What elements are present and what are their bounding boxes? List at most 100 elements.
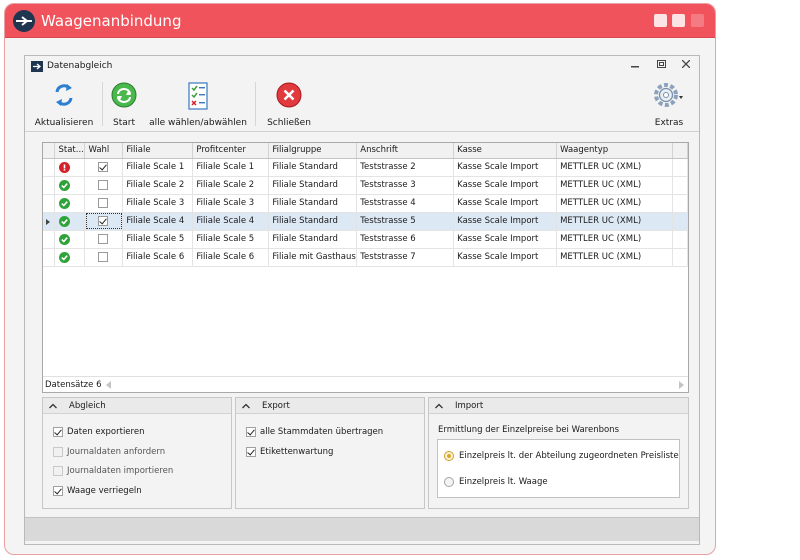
profitcenter-cell[interactable]: Filiale Scale 2	[192, 176, 270, 195]
anschrift-cell[interactable]: Teststrasse 7	[356, 248, 455, 267]
filiale-cell[interactable]: Filiale Scale 3	[122, 194, 194, 213]
profitcenter-cell[interactable]: Filiale Scale 4	[192, 212, 270, 231]
minimize-button[interactable]	[654, 14, 667, 27]
table-row[interactable]: Filiale Scale 6 Filiale Scale 6 Filiale mi…	[43, 248, 689, 267]
column-header-wahl[interactable]: Wahl	[84, 143, 124, 159]
filialgruppe-cell[interactable]: Filiale Standard	[268, 212, 358, 231]
row-indicator[interactable]	[43, 248, 56, 267]
profitcenter-cell[interactable]: Filiale Scale 1	[192, 158, 270, 177]
select-all-button[interactable]: alle wählen/abwählen	[149, 80, 247, 130]
option-checkbox[interactable]	[53, 485, 63, 496]
radio-waage-label[interactable]: Einzelpreis lt. Waage	[459, 477, 548, 487]
kasse-cell[interactable]: Kasse Scale Import	[453, 248, 558, 267]
scroll-left-icon[interactable]	[106, 381, 112, 389]
row-indicator[interactable]	[43, 212, 56, 231]
option-checkbox[interactable]	[246, 427, 256, 437]
column-header-anschrift[interactable]: Anschrift	[356, 143, 455, 159]
window-restore-button[interactable]	[654, 59, 668, 73]
data-grid: Stat... Wahl Filiale Profitcenter Filial…	[42, 142, 689, 393]
refresh-button[interactable]: Aktualisieren	[33, 80, 95, 130]
filialgruppe-cell[interactable]: Filiale Standard	[268, 230, 358, 249]
anschrift-cell[interactable]: Teststrasse 4	[356, 194, 455, 213]
column-header-filiale[interactable]: Filiale	[122, 143, 194, 159]
wahl-checkbox[interactable]	[98, 234, 109, 244]
close-button[interactable]: Schließen	[263, 80, 315, 130]
status-bar	[25, 517, 699, 541]
anschrift-cell[interactable]: Teststrasse 5	[356, 212, 455, 231]
row-indicator[interactable]	[43, 194, 56, 213]
column-header-profitcenter[interactable]: Profitcenter	[192, 143, 270, 159]
anschrift-cell[interactable]: Teststrasse 2	[356, 158, 455, 177]
option-label[interactable]: alle Stammdaten übertragen	[260, 427, 383, 437]
anschrift-cell[interactable]: Teststrasse 3	[356, 176, 455, 195]
waagentyp-cell[interactable]: METTLER UC (XML)	[556, 212, 673, 231]
table-row[interactable]: Filiale Scale 5 Filiale Scale 5 Filiale St…	[43, 230, 689, 249]
start-button[interactable]: Start	[109, 80, 139, 130]
filiale-cell[interactable]: Filiale Scale 1	[122, 158, 194, 177]
waagentyp-cell[interactable]: METTLER UC (XML)	[556, 176, 673, 195]
column-header-kasse[interactable]: Kasse	[453, 143, 558, 159]
profitcenter-cell[interactable]: Filiale Scale 3	[192, 194, 270, 213]
column-header-waagentyp[interactable]: Waagentyp	[556, 143, 673, 159]
export-panel-header[interactable]: Export	[236, 398, 424, 414]
waagentyp-cell[interactable]: METTLER UC (XML)	[556, 230, 673, 249]
wahl-checkbox[interactable]	[98, 180, 109, 190]
row-indicator[interactable]	[43, 176, 56, 195]
table-row[interactable]: Filiale Scale 4 Filiale Scale 4 Filiale St…	[43, 212, 689, 231]
maximize-button[interactable]	[672, 14, 685, 27]
column-header-status[interactable]: Stat...	[54, 143, 86, 159]
waagentyp-cell[interactable]: METTLER UC (XML)	[556, 158, 673, 177]
anschrift-cell[interactable]: Teststrasse 6	[356, 230, 455, 249]
wahl-checkbox[interactable]	[98, 162, 109, 172]
option-checkbox[interactable]	[246, 446, 256, 457]
waagentyp-cell[interactable]: METTLER UC (XML)	[556, 194, 673, 213]
wahl-checkbox[interactable]	[98, 216, 109, 226]
scroll-right-icon[interactable]	[679, 381, 685, 389]
extras-button[interactable]: Extras	[650, 80, 688, 130]
kasse-cell[interactable]: Kasse Scale Import	[453, 176, 558, 195]
kasse-cell[interactable]: Kasse Scale Import	[453, 158, 558, 177]
kasse-cell[interactable]: Kasse Scale Import	[453, 194, 558, 213]
table-row[interactable]: Filiale Scale 3 Filiale Scale 3 Filiale St…	[43, 194, 689, 213]
waagentyp-cell[interactable]: METTLER UC (XML)	[556, 248, 673, 267]
option-checkbox[interactable]	[53, 427, 63, 437]
table-row[interactable]: Filiale Scale 1 Filiale Scale 1 Filiale St…	[43, 158, 689, 177]
filler-cell	[672, 230, 689, 249]
wahl-checkbox[interactable]	[98, 252, 109, 262]
filiale-cell[interactable]: Filiale Scale 5	[122, 230, 194, 249]
abgleich-panel-header[interactable]: Abgleich	[43, 398, 231, 414]
column-header-filialgruppe[interactable]: Filialgruppe	[268, 143, 358, 159]
close-app-button[interactable]	[691, 14, 704, 27]
wahl-cell	[84, 230, 124, 249]
option-label[interactable]: Daten exportieren	[67, 427, 144, 437]
datenabgleich-window: Datenabgleich Aktualisieren Start alle w…	[24, 55, 700, 545]
profitcenter-cell[interactable]: Filiale Scale 5	[192, 230, 270, 249]
kasse-cell[interactable]: Kasse Scale Import	[453, 230, 558, 249]
profitcenter-cell[interactable]: Filiale Scale 6	[192, 248, 270, 267]
wahl-cell	[84, 158, 124, 177]
filialgruppe-cell[interactable]: Filiale Standard	[268, 194, 358, 213]
filiale-cell[interactable]: Filiale Scale 4	[122, 212, 194, 231]
row-indicator[interactable]	[43, 158, 56, 177]
filler-cell	[672, 212, 689, 231]
radio-abteilung-preisliste-label[interactable]: Einzelpreis lt. der Abteilung zugeordnet…	[459, 451, 679, 461]
filiale-cell[interactable]: Filiale Scale 6	[122, 248, 194, 267]
row-indicator[interactable]	[43, 230, 56, 249]
radio-abteilung-preisliste[interactable]	[444, 451, 454, 461]
import-panel-header[interactable]: Import	[429, 398, 688, 414]
wahl-checkbox[interactable]	[98, 198, 109, 208]
close-icon	[276, 82, 302, 108]
window-minimize-button[interactable]	[628, 59, 642, 73]
filiale-cell[interactable]: Filiale Scale 2	[122, 176, 194, 195]
option-checkbox	[53, 446, 63, 457]
kasse-cell[interactable]: Kasse Scale Import	[453, 212, 558, 231]
filialgruppe-cell[interactable]: Filiale Standard	[268, 176, 358, 195]
option-label[interactable]: Etikettenwartung	[260, 447, 333, 457]
window-close-button[interactable]	[679, 59, 693, 73]
filialgruppe-cell[interactable]: Filiale Standard	[268, 158, 358, 177]
table-row[interactable]: Filiale Scale 2 Filiale Scale 2 Filiale St…	[43, 176, 689, 195]
wahl-cell	[84, 248, 124, 267]
option-label[interactable]: Waage verriegeln	[67, 486, 142, 496]
filialgruppe-cell[interactable]: Filiale mit Gasthaus	[268, 248, 358, 267]
radio-waage[interactable]	[444, 477, 454, 487]
